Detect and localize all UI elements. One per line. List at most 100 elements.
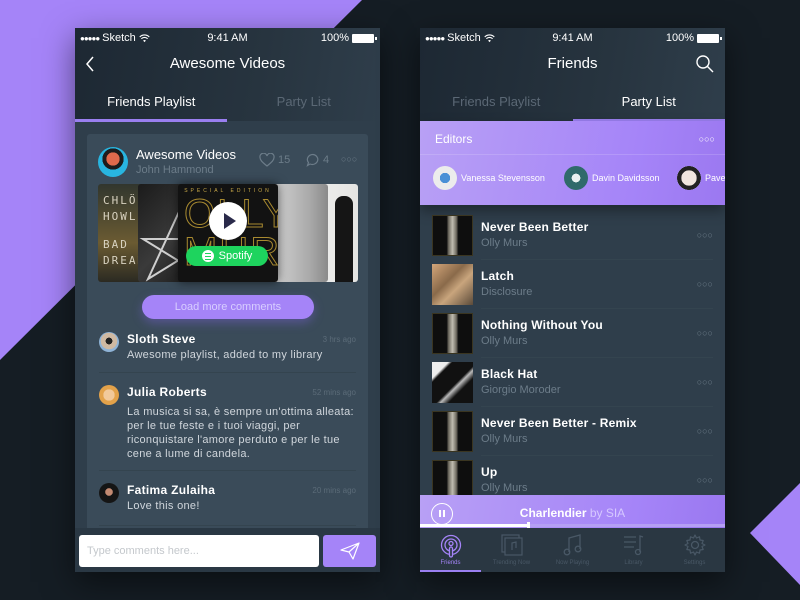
library-icon (623, 535, 643, 556)
album-art (432, 362, 473, 403)
tabbar-library[interactable]: Library (603, 528, 664, 572)
editor-item[interactable]: Vanessa Stevensson (433, 166, 545, 190)
tab-bar: Friends Playlist Party List (75, 90, 380, 122)
send-button[interactable] (323, 535, 376, 567)
editor-item[interactable]: Davin Davidsson (564, 166, 660, 190)
divider (99, 525, 356, 526)
left-phone-screen: ●●●●● Sketch 9:41 AM 100% Awesome Videos… (75, 28, 380, 572)
tabbar-now-playing[interactable]: Now Playing (542, 528, 603, 572)
tabbar-trending-now[interactable]: Trending Now (481, 528, 542, 572)
editor-name: Pave (705, 173, 725, 183)
post-title: Awesome Videos (136, 147, 236, 162)
commenter-name[interactable]: Sloth Steve (127, 332, 196, 346)
bottom-tab-bar: Friends Trending Now Now Playing Library… (420, 528, 725, 572)
tabbar-label: Trending Now (492, 560, 531, 566)
page-title: Friends (547, 55, 598, 72)
commenter-avatar[interactable] (99, 385, 119, 405)
album-art (432, 313, 473, 354)
comment-time: 20 mins ago (312, 486, 356, 495)
more-options-icon[interactable]: ○○○ (697, 475, 713, 485)
track-title: Up (481, 465, 498, 479)
commenter-avatar[interactable] (99, 332, 119, 352)
commenter-name[interactable]: Julia Roberts (127, 385, 207, 399)
paper-plane-icon (339, 542, 360, 560)
divider (99, 470, 356, 471)
tabbar-label: Friends (440, 560, 461, 566)
heart-icon (259, 153, 275, 167)
more-options-icon[interactable]: ○○○ (697, 328, 713, 338)
tabbar-label: Library (624, 560, 643, 566)
play-button[interactable] (209, 202, 247, 240)
post-author[interactable]: John Hammond (136, 164, 214, 176)
editor-avatar (564, 166, 588, 190)
track-artist: Olly Murs (481, 335, 528, 347)
author-avatar[interactable] (98, 147, 128, 177)
tabbar-settings[interactable]: Settings (664, 528, 725, 572)
spotify-button[interactable]: Spotify (186, 246, 268, 266)
tabbar-label: Now Playing (555, 560, 590, 566)
load-more-comments-button[interactable]: Load more comments (142, 295, 314, 319)
track-artist: Disclosure (481, 286, 533, 298)
playback-progress-bar[interactable] (420, 522, 725, 528)
album-art (432, 215, 473, 256)
spotify-icon (201, 250, 214, 262)
track-artist: Olly Murs (481, 237, 528, 249)
more-options-icon[interactable]: ○○○ (697, 279, 713, 289)
tab-party-list[interactable]: Party List (573, 90, 726, 122)
commenter-avatar[interactable] (99, 483, 119, 503)
editor-item[interactable]: Pave (677, 166, 725, 190)
tab-friends-playlist[interactable]: Friends Playlist (75, 90, 228, 122)
status-bar: ●●●●● Sketch 9:41 AM 100% (75, 28, 380, 48)
editor-avatar (433, 166, 457, 190)
battery-percent: 100% (320, 32, 349, 44)
search-icon[interactable] (695, 54, 715, 74)
header: ●●●●● Sketch 9:41 AM 100% Awesome Videos… (75, 28, 380, 122)
more-options-icon[interactable]: ○○○ (341, 154, 357, 164)
comment-input[interactable] (79, 535, 319, 567)
now-playing-title: Charlendier by SIA (420, 506, 725, 520)
battery-icon (697, 33, 722, 43)
like-button[interactable]: 15 (259, 153, 290, 167)
divider (99, 372, 356, 373)
editor-avatar (677, 166, 701, 190)
tab-party-list[interactable]: Party List (228, 90, 381, 122)
commenter-name[interactable]: Fatima Zulaiha (127, 483, 215, 497)
playlist-post-card: Awesome Videos John Hammond 15 4 ○○○ CHL… (87, 134, 368, 554)
podcast-icon (440, 534, 461, 558)
tabbar-friends[interactable]: Friends (420, 528, 481, 572)
gear-icon (683, 534, 706, 556)
more-options-icon[interactable]: ○○○ (697, 377, 713, 387)
divider (420, 154, 725, 155)
comment-time: 3 hrs ago (322, 335, 356, 344)
album-cover-featured[interactable]: SPECIAL EDITION OLLYMURS Spotify (178, 184, 278, 282)
track-title: Latch (481, 269, 515, 283)
battery-icon (352, 33, 377, 43)
music-album-icon (500, 534, 523, 556)
page-title: Awesome Videos (169, 55, 286, 72)
right-phone-screen: ●●●●● Sketch 9:41 AM 100% Friends Friend… (420, 28, 725, 572)
track-row[interactable]: Black Hat Giorgio Moroder ○○○ (432, 358, 713, 407)
track-row[interactable]: Nothing Without You Olly Murs ○○○ (432, 309, 713, 358)
more-options-icon[interactable]: ○○○ (697, 426, 713, 436)
track-title: Black Hat (481, 367, 538, 381)
like-count: 15 (278, 154, 291, 166)
track-row[interactable]: Never Been Better - Remix Olly Murs ○○○ (432, 407, 713, 456)
more-options-icon[interactable]: ○○○ (697, 230, 713, 240)
tab-bar: Friends Playlist Party List (420, 90, 725, 122)
comment-composer (75, 528, 380, 572)
more-options-icon[interactable]: ○○○ (699, 134, 715, 144)
tab-friends-playlist[interactable]: Friends Playlist (420, 90, 573, 122)
track-row[interactable]: Latch Disclosure ○○○ (432, 260, 713, 309)
speech-bubble-icon (306, 153, 319, 167)
track-artist: Olly Murs (481, 433, 528, 445)
album-art (432, 264, 473, 305)
now-playing-song: Charlendier (519, 506, 587, 520)
comment-count: 4 (323, 154, 330, 166)
progress-fill (420, 524, 527, 527)
music-note-icon (563, 534, 581, 556)
comment-text: La musica si sa, è sempre un'ottima alle… (127, 406, 354, 460)
album-cover-carousel[interactable]: CHLÖE HOWL BAD DREAM SPECIAL EDITION OLL… (98, 184, 358, 282)
editors-title: Editors (435, 132, 473, 146)
track-row[interactable]: Never Been Better Olly Murs ○○○ (432, 211, 713, 260)
comments-button[interactable]: 4 (306, 153, 329, 167)
